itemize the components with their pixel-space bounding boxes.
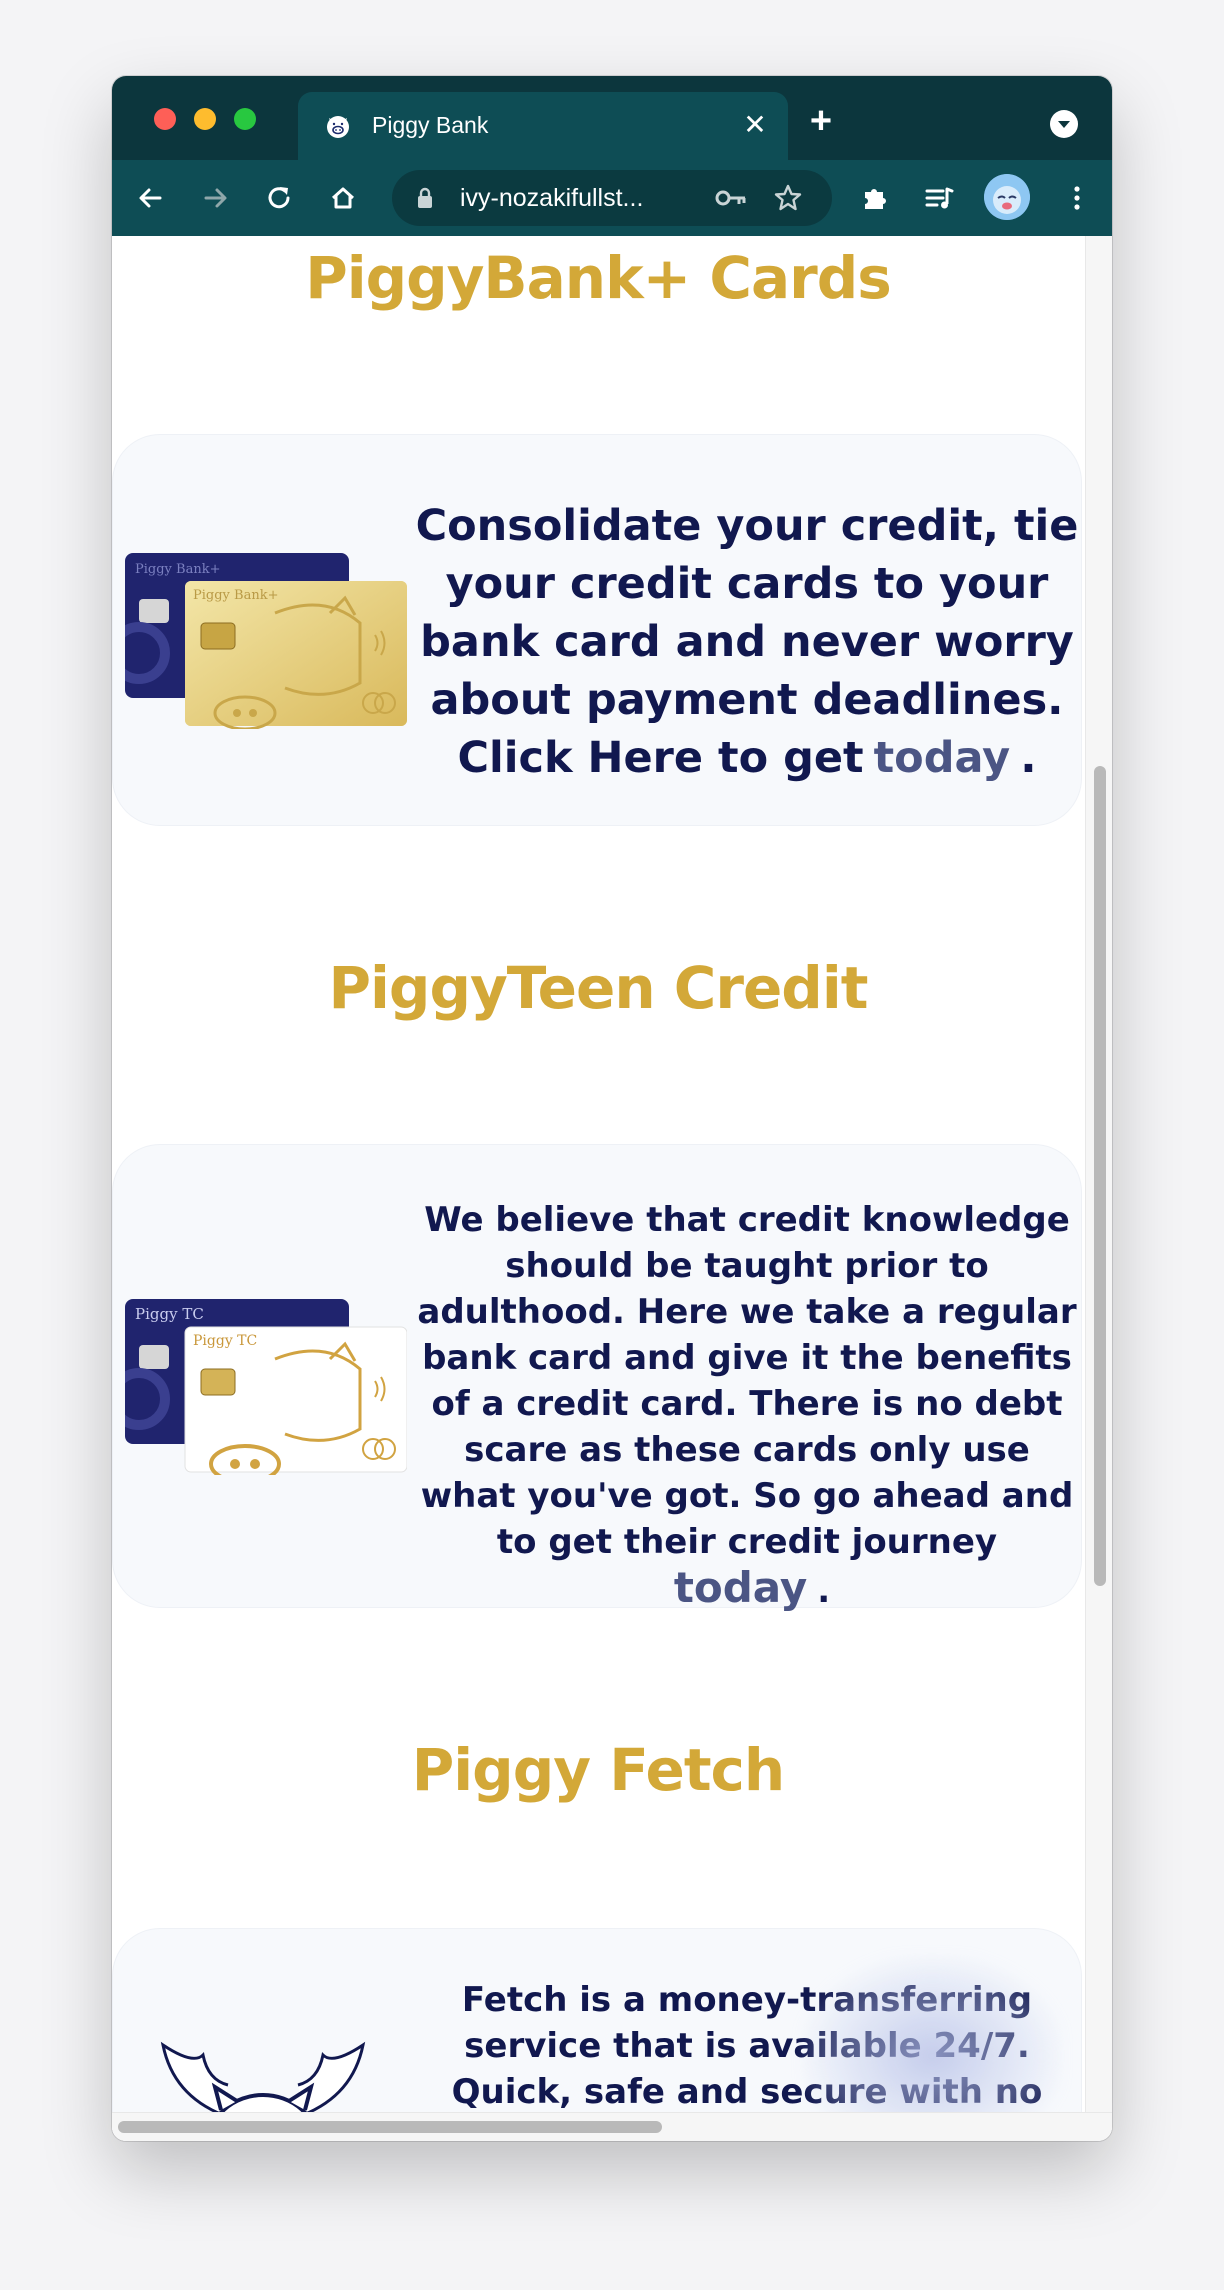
reload-icon[interactable] [260, 179, 298, 217]
piggyteen-card-image: Piggy TC Piggy TC [125, 1299, 407, 1475]
maximize-window-button[interactable] [234, 108, 256, 130]
card-back-label: Piggy Bank+ [135, 562, 220, 577]
new-tab-button[interactable]: + [804, 102, 838, 140]
piggybank-plus-panel: Piggy Bank+ Piggy Bank+ Consolidate your… [112, 434, 1082, 826]
url-text[interactable]: ivy-nozakifullst... [460, 184, 710, 213]
title-bar: Piggy Bank ✕ + [112, 76, 1112, 160]
piggyteen-today-link[interactable]: today [664, 1563, 817, 1612]
profile-avatar[interactable] [984, 174, 1030, 220]
more-menu-icon[interactable] [1058, 179, 1096, 217]
media-queue-icon[interactable] [920, 179, 958, 217]
minimize-window-button[interactable] [194, 108, 216, 130]
section-title-piggybank-plus: PiggyBank+ Cards [305, 244, 892, 312]
teen-card-front-label: Piggy TC [193, 1333, 257, 1349]
avatar-face-icon [984, 174, 1030, 220]
vertical-scroll-thumb[interactable] [1094, 766, 1106, 1586]
tab-title: Piggy Bank [372, 112, 489, 138]
piggyteen-text: We believe that credit knowledge should … [417, 1200, 1077, 1562]
piggy-favicon-icon [327, 116, 349, 138]
piggybank-plus-card-image: Piggy Bank+ Piggy Bank+ [125, 553, 407, 729]
close-window-button[interactable] [154, 108, 176, 130]
piggybank-plus-today-link[interactable]: today [864, 733, 1021, 783]
browser-toolbar: ivy-nozakifullst... [112, 160, 1112, 236]
close-tab-icon[interactable]: ✕ [740, 110, 770, 140]
teen-card-back-label: Piggy TC [135, 1305, 204, 1323]
tab-search-button[interactable] [1050, 110, 1078, 138]
horizontal-scrollbar[interactable] [112, 2112, 1112, 2141]
bookmark-star-icon[interactable] [772, 182, 804, 214]
piggybank-plus-description: Consolidate your credit, tie your credit… [413, 497, 1081, 787]
browser-tab[interactable]: Piggy Bank ✕ [298, 92, 788, 160]
extensions-puzzle-icon[interactable] [856, 179, 894, 217]
horizontal-scroll-thumb[interactable] [118, 2121, 662, 2133]
address-bar[interactable]: ivy-nozakifullst... [392, 170, 832, 226]
section-title-piggy-fetch: Piggy Fetch [411, 1736, 785, 1804]
chevron-down-icon [1058, 121, 1070, 128]
piggyteen-period: . [817, 1571, 831, 1611]
key-icon[interactable] [714, 184, 748, 212]
piggyteen-description: We believe that credit knowledge should … [413, 1197, 1081, 1614]
page-viewport: PiggyBank+ Cards Piggy Bank+ Piggy Bank+ [112, 236, 1112, 2141]
lock-icon[interactable] [414, 186, 436, 210]
forward-arrow-icon[interactable] [196, 179, 234, 217]
section-title-piggyteen-credit: PiggyTeen Credit [328, 954, 869, 1022]
home-icon[interactable] [324, 179, 362, 217]
card-front-label: Piggy Bank+ [193, 588, 278, 603]
browser-window: Piggy Bank ✕ + ivy-nozakifullst... Piggy… [112, 76, 1112, 2141]
piggybank-plus-period: . [1020, 733, 1037, 783]
vertical-scrollbar[interactable] [1085, 236, 1112, 2121]
back-arrow-icon[interactable] [132, 179, 170, 217]
piggyteen-credit-panel: Piggy TC Piggy TC We believe that credit… [112, 1144, 1082, 1611]
